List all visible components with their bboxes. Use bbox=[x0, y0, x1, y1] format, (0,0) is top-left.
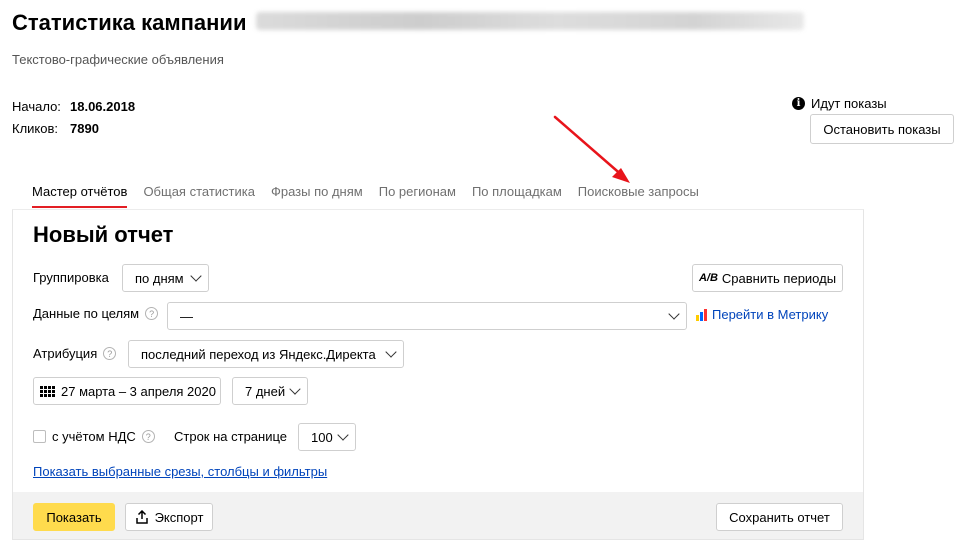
upload-icon bbox=[135, 510, 148, 524]
compare-periods-button[interactable]: A/B Сравнить периоды bbox=[692, 264, 843, 292]
goals-label-row: Данные по целям ? bbox=[33, 306, 159, 321]
chevron-down-icon bbox=[385, 346, 397, 358]
report-panel bbox=[12, 209, 864, 540]
chevron-down-icon bbox=[668, 308, 680, 320]
campaign-name-blurred bbox=[256, 12, 804, 30]
export-button-label: Экспорт bbox=[154, 509, 204, 525]
date-range-value: 27 марта – 3 апреля 2020 bbox=[61, 383, 216, 399]
status-text: Идут показы bbox=[811, 96, 887, 111]
help-icon[interactable]: ? bbox=[103, 347, 117, 360]
metrika-link[interactable]: Перейти в Метрику bbox=[696, 307, 828, 322]
chevron-down-icon bbox=[190, 270, 202, 282]
campaign-status: i Идут показы bbox=[792, 96, 887, 111]
attribution-value: последний переход из Яндекс.Директа bbox=[141, 346, 376, 362]
rows-per-page-select[interactable]: 100 bbox=[298, 423, 356, 451]
show-filters-link[interactable]: Показать выбранные срезы, столбцы и филь… bbox=[33, 464, 327, 479]
annotation-arrow bbox=[553, 115, 630, 183]
info-icon: i bbox=[792, 97, 805, 110]
start-value: 18.06.2018 bbox=[70, 99, 136, 114]
tab-report-wizard[interactable]: Мастер отчётов bbox=[32, 184, 128, 208]
report-title: Новый отчет bbox=[33, 222, 174, 247]
clicks-value: 7890 bbox=[70, 121, 99, 136]
attribution-select[interactable]: последний переход из Яндекс.Директа bbox=[128, 340, 404, 368]
page-title: Статистика кампании bbox=[12, 10, 247, 35]
period-select[interactable]: 7 дней bbox=[232, 377, 308, 405]
rows-label: Строк на странице bbox=[174, 429, 288, 444]
vat-checkbox[interactable] bbox=[33, 430, 46, 443]
compare-icon: A/B bbox=[698, 272, 718, 284]
grouping-select[interactable]: по дням bbox=[122, 264, 209, 292]
tab-by-placement[interactable]: По площадкам bbox=[472, 184, 562, 208]
attribution-label-row: Атрибуция ? bbox=[33, 346, 117, 361]
stop-impressions-button[interactable]: Остановить показы bbox=[810, 114, 954, 144]
help-icon[interactable]: ? bbox=[145, 307, 159, 320]
metrika-icon bbox=[696, 308, 707, 321]
vat-label-row: с учётом НДС ? bbox=[52, 429, 155, 444]
attribution-label: Атрибуция bbox=[33, 346, 98, 361]
tab-general-stats[interactable]: Общая статистика bbox=[143, 184, 255, 208]
chevron-down-icon bbox=[289, 383, 301, 395]
tab-by-region[interactable]: По регионам bbox=[379, 184, 456, 208]
save-report-button[interactable]: Сохранить отчет bbox=[716, 503, 843, 531]
period-value: 7 дней bbox=[245, 383, 286, 399]
goals-value: — bbox=[180, 308, 193, 324]
show-button[interactable]: Показать bbox=[33, 503, 115, 531]
goals-label: Данные по целям bbox=[33, 306, 140, 321]
tab-phrases-by-day[interactable]: Фразы по дням bbox=[271, 184, 363, 208]
page-subtitle: Текстово-графические объявления bbox=[12, 52, 224, 67]
help-icon[interactable]: ? bbox=[141, 430, 155, 443]
calendar-icon bbox=[40, 385, 55, 397]
tab-search-queries[interactable]: Поисковые запросы bbox=[578, 184, 699, 208]
goals-select[interactable]: — bbox=[167, 302, 687, 330]
grouping-label: Группировка bbox=[33, 270, 109, 285]
vat-label[interactable]: с учётом НДС bbox=[52, 429, 136, 444]
date-range-picker[interactable]: 27 марта – 3 апреля 2020 bbox=[33, 377, 221, 405]
chevron-down-icon bbox=[337, 429, 349, 441]
rows-per-page-value: 100 bbox=[311, 429, 333, 445]
export-button[interactable]: Экспорт bbox=[125, 503, 213, 531]
metrika-link-label: Перейти в Метрику bbox=[712, 307, 829, 322]
start-label: Начало: bbox=[12, 99, 61, 114]
report-tabs: Мастер отчётов Общая статистика Фразы по… bbox=[32, 184, 699, 208]
compare-periods-label: Сравнить периоды bbox=[721, 270, 837, 286]
grouping-value: по дням bbox=[135, 270, 184, 286]
clicks-label: Кликов: bbox=[12, 121, 59, 136]
